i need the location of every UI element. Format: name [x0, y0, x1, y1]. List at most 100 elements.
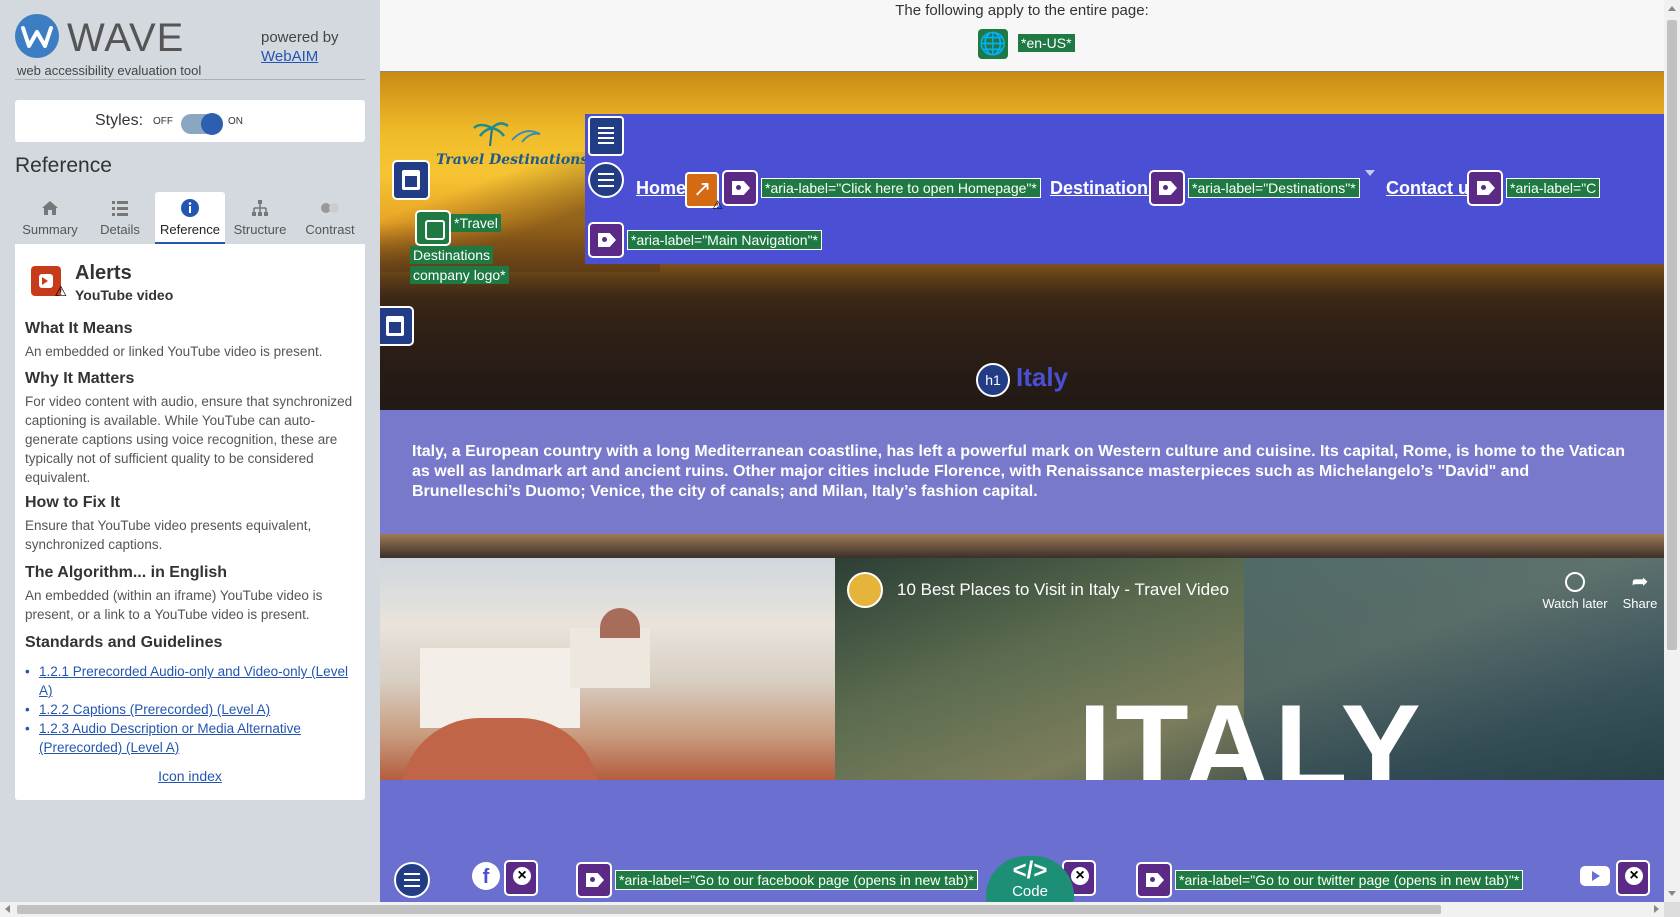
share-button[interactable]: ➦ Share: [1620, 572, 1660, 611]
vertical-scroll-thumb[interactable]: [1667, 20, 1677, 650]
icon-index-link[interactable]: Icon index: [158, 768, 222, 784]
standard-link-1-2-3[interactable]: 1.2.3 Audio Description or Media Alterna…: [39, 721, 301, 755]
logo-alt-text-2: Destinations: [410, 246, 494, 264]
redundant-link-alert-icon[interactable]: ⚠: [685, 172, 723, 212]
code-view-button[interactable]: </> Code: [986, 856, 1074, 902]
list-item: 1.2.1 Prerecorded Audio-only and Video-o…: [25, 662, 355, 700]
info-icon: [181, 199, 199, 217]
tab-details[interactable]: Details: [85, 192, 155, 244]
logo-alt-text-3: company logo*: [410, 266, 509, 284]
scroll-up-icon[interactable]: [1668, 6, 1676, 11]
unordered-list-icon[interactable]: [588, 162, 624, 198]
horizontal-scroll-thumb[interactable]: [17, 905, 1441, 914]
aria-label-icon[interactable]: [1136, 862, 1172, 898]
santorini-photo: [380, 558, 835, 780]
aria-label-icon[interactable]: [722, 170, 758, 206]
youtube-icon[interactable]: [1580, 866, 1610, 886]
scrollbar-corner: [1664, 902, 1680, 917]
horizontal-scrollbar[interactable]: [0, 902, 1664, 917]
wave-app-name: WAVE: [67, 16, 185, 60]
image-alt-icon[interactable]: [415, 210, 451, 246]
wave-logo-icon: [15, 14, 59, 58]
code-label: Code: [1012, 883, 1048, 900]
dropdown-caret-icon[interactable]: [1365, 170, 1375, 176]
tab-structure[interactable]: Structure: [225, 192, 295, 244]
wave-tabs: Summary Details Reference Structure Cont…: [15, 192, 365, 244]
unordered-list-icon[interactable]: [394, 862, 430, 898]
list-item: 1.2.3 Audio Description or Media Alterna…: [25, 719, 355, 757]
toggle-knob: [201, 113, 223, 135]
standard-link-1-2-1[interactable]: 1.2.1 Prerecorded Audio-only and Video-o…: [39, 664, 348, 698]
share-icon: ➦: [1631, 571, 1649, 593]
tab-label: Reference: [160, 222, 220, 237]
powered-by: powered by WebAIM: [261, 28, 339, 66]
aria-label-icon[interactable]: [576, 862, 612, 898]
youtube-video-embed[interactable]: ITALY 10 Best Places to Visit in Italy -…: [835, 558, 1664, 780]
scroll-down-icon[interactable]: [1668, 891, 1676, 896]
aria-label-icon[interactable]: [1149, 170, 1185, 206]
nav-home[interactable]: Home: [636, 178, 686, 199]
nav-contact[interactable]: Contact us: [1386, 178, 1479, 199]
tab-label: Details: [100, 222, 140, 237]
nav-destinations[interactable]: Destinations: [1050, 178, 1158, 199]
tab-label: Summary: [22, 222, 78, 237]
styles-off-label: OFF: [153, 116, 173, 127]
region-icon[interactable]: [380, 306, 414, 346]
what-text: An embedded or linked YouTube video is p…: [25, 344, 323, 359]
aria-label-icon[interactable]: [1467, 170, 1503, 206]
channel-avatar[interactable]: [847, 572, 883, 608]
youtube-alert-icon: ⚠: [31, 266, 67, 299]
empty-link-error-icon[interactable]: [1616, 860, 1650, 896]
watch-later-button[interactable]: Watch later: [1535, 572, 1615, 611]
evaluated-page: The following apply to the entire page: …: [380, 0, 1664, 902]
video-title[interactable]: 10 Best Places to Visit in Italy - Trave…: [897, 580, 1229, 600]
navigation-menu-icon[interactable]: [588, 116, 624, 156]
clock-icon: [1565, 572, 1585, 592]
main-navigation: Home ⚠ *aria-label="Click here to open H…: [585, 114, 1664, 264]
facebook-aria-label: *aria-label="Go to our facebook page (op…: [615, 870, 978, 890]
tab-reference[interactable]: Reference: [155, 192, 225, 244]
styles-on-label: ON: [228, 116, 243, 127]
scroll-right-icon[interactable]: [1654, 905, 1659, 913]
wave-tagline: web accessibility evaluation tool: [17, 63, 202, 78]
styles-toggle-box: Styles: OFF ON: [15, 100, 365, 142]
vertical-scrollbar[interactable]: [1664, 0, 1680, 902]
palm-tree-logo-icon: [473, 122, 541, 147]
reference-panel: ⚠ Alerts YouTube video What It Means An …: [15, 244, 365, 800]
structure-icon: [252, 200, 268, 216]
alert-name: YouTube video: [75, 287, 174, 303]
site-logo-text: Travel Destinations: [436, 152, 589, 168]
intro-section: Italy, a European country with a long Me…: [380, 410, 1664, 534]
aria-label-icon[interactable]: [588, 222, 624, 258]
heading-level-icon[interactable]: h1: [976, 363, 1010, 397]
language-globe-icon[interactable]: 🌐: [978, 29, 1008, 59]
share-label: Share: [1622, 596, 1658, 611]
tab-summary[interactable]: Summary: [15, 192, 85, 244]
tab-label: Structure: [233, 222, 287, 237]
powered-by-text: powered by: [261, 29, 339, 46]
wave-app: WAVE web accessibility evaluation tool p…: [0, 0, 1680, 917]
header-region-icon[interactable]: [392, 160, 430, 200]
list-icon: [112, 201, 128, 216]
twitter-aria-label: *aria-label="Go to our twitter page (ope…: [1175, 870, 1524, 890]
facebook-icon[interactable]: f: [472, 862, 500, 890]
algorithm-heading: The Algorithm... in English: [25, 564, 228, 581]
standards-heading: Standards and Guidelines: [25, 634, 223, 651]
empty-link-error-icon[interactable]: [504, 860, 538, 896]
watch-later-label: Watch later: [1542, 596, 1608, 611]
main-nav-aria-label: *aria-label="Main Navigation"*: [627, 230, 822, 250]
page-heading: Italy: [1016, 362, 1069, 392]
styles-toggle[interactable]: [181, 113, 223, 135]
styles-label: Styles:: [95, 112, 144, 129]
standard-link-1-2-2[interactable]: 1.2.2 Captions (Prerecorded) (Level A): [39, 702, 270, 717]
standards-list: 1.2.1 Prerecorded Audio-only and Video-o…: [25, 662, 355, 757]
fix-heading: How to Fix It: [25, 494, 121, 511]
sea-divider: [380, 534, 1664, 558]
fix-text: Ensure that YouTube video presents equiv…: [25, 518, 312, 552]
webaim-link[interactable]: WebAIM: [261, 48, 318, 65]
tab-contrast[interactable]: Contrast: [295, 192, 365, 244]
page-level-bar: The following apply to the entire page: …: [380, 0, 1664, 72]
panel-title: Reference: [15, 154, 112, 177]
what-heading: What It Means: [25, 320, 133, 337]
scroll-left-icon[interactable]: [5, 905, 10, 913]
